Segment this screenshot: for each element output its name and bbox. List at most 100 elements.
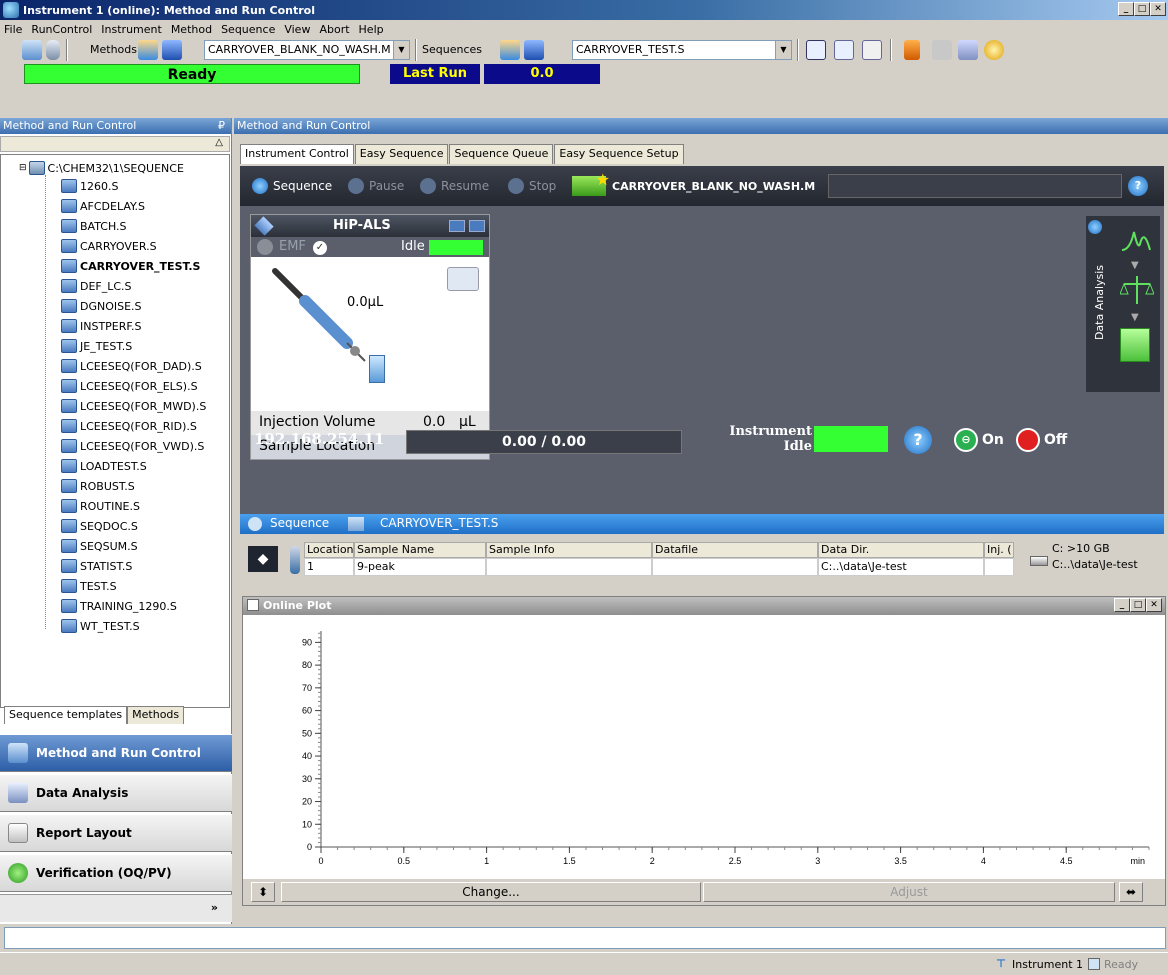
collapse-icon[interactable]: ⊟ bbox=[19, 163, 27, 173]
tree-item[interactable]: LCEESEQ(FOR_VWD).S bbox=[61, 437, 204, 455]
plot-maximize-button[interactable]: □ bbox=[1130, 598, 1146, 612]
save-sequence-icon[interactable] bbox=[524, 40, 544, 60]
nav-method-run-control[interactable]: Method and Run Control bbox=[0, 734, 232, 772]
tree-item[interactable]: STATIST.S bbox=[61, 557, 132, 575]
tree-item[interactable]: SEQSUM.S bbox=[61, 537, 138, 555]
sequence-select[interactable]: CARRYOVER_TEST.S ▼ bbox=[572, 40, 792, 60]
menu-sequence[interactable]: Sequence bbox=[221, 23, 275, 36]
table-view-icon[interactable] bbox=[862, 40, 882, 60]
load-sequence-icon[interactable] bbox=[500, 40, 520, 60]
hand-icon[interactable] bbox=[984, 40, 1004, 60]
on-icon[interactable]: ⊖ bbox=[954, 428, 978, 452]
minimize-button[interactable]: _ bbox=[1118, 2, 1134, 16]
help-icon[interactable]: ? bbox=[904, 426, 932, 454]
chevron-down-icon[interactable]: ▼ bbox=[775, 41, 791, 59]
off-button[interactable]: Off bbox=[1044, 432, 1067, 448]
tree-item[interactable]: LCEESEQ(FOR_DAD).S bbox=[61, 357, 202, 375]
tools-icon[interactable] bbox=[958, 40, 978, 60]
nav-report-layout[interactable]: Report Layout bbox=[0, 814, 232, 852]
tree-item[interactable]: LOADTEST.S bbox=[61, 457, 147, 475]
module-minimize-icon[interactable] bbox=[449, 220, 465, 232]
instrument-status-icon[interactable] bbox=[46, 40, 60, 60]
menu-view[interactable]: View bbox=[284, 23, 310, 36]
tree-item[interactable]: TEST.S bbox=[61, 577, 117, 595]
close-button[interactable]: ✕ bbox=[1150, 2, 1166, 16]
method-select[interactable]: CARRYOVER_BLANK_NO_WASH.M ▼ bbox=[204, 40, 410, 60]
pause-button[interactable]: Pause bbox=[348, 176, 404, 196]
cell-inj[interactable] bbox=[984, 558, 1014, 576]
tree-root[interactable]: ⊟ C:\CHEM32\1\SEQUENCE bbox=[19, 159, 184, 177]
cell-sample-info[interactable] bbox=[486, 558, 652, 576]
adjust-button[interactable]: Adjust bbox=[703, 882, 1115, 902]
menu-instrument[interactable]: Instrument bbox=[101, 23, 162, 36]
scroll-leftright-icon[interactable]: ⬌ bbox=[1119, 882, 1143, 902]
tab-sequence-templates[interactable]: Sequence templates bbox=[4, 706, 128, 724]
menu-help[interactable]: Help bbox=[359, 23, 384, 36]
tab-sequence-queue[interactable]: Sequence Queue bbox=[449, 144, 554, 164]
tab-easy-sequence-setup[interactable]: Easy Sequence Setup bbox=[554, 144, 684, 164]
tree-item[interactable]: CARRYOVER.S bbox=[61, 237, 157, 255]
tree-item[interactable]: LCEESEQ(FOR_MWD).S bbox=[61, 397, 206, 415]
tree-item[interactable]: JE_TEST.S bbox=[61, 337, 132, 355]
tree-item[interactable]: WT_TEST.S bbox=[61, 617, 140, 635]
tree-item[interactable]: DGNOISE.S bbox=[61, 297, 142, 315]
tree-item[interactable]: AFCDELAY.S bbox=[61, 197, 145, 215]
expand-icon[interactable] bbox=[1088, 220, 1102, 234]
stop-button[interactable]: Stop bbox=[508, 176, 556, 196]
col-inj[interactable]: Inj. ( bbox=[984, 542, 1014, 558]
navigate-icon[interactable]: ◆ bbox=[248, 546, 278, 572]
command-line[interactable] bbox=[4, 927, 1166, 949]
on-button[interactable]: On bbox=[982, 432, 1004, 448]
tree-item[interactable]: LCEESEQ(FOR_RID).S bbox=[61, 417, 197, 435]
plot-minimize-button[interactable]: _ bbox=[1114, 598, 1130, 612]
help-icon[interactable]: ? bbox=[1128, 176, 1148, 196]
tree-item[interactable]: 1260.S bbox=[61, 177, 118, 195]
menu-file[interactable]: File bbox=[4, 23, 22, 36]
tree-item[interactable]: ROBUST.S bbox=[61, 477, 135, 495]
cell-data-dir[interactable]: C:..\data\Je-test bbox=[818, 558, 984, 576]
resume-button[interactable]: Resume bbox=[420, 176, 489, 196]
print-icon[interactable] bbox=[932, 40, 952, 60]
report-icon[interactable] bbox=[1120, 328, 1150, 362]
col-data-dir[interactable]: Data Dir. bbox=[818, 542, 984, 558]
tree-item[interactable]: DEF_LC.S bbox=[61, 277, 132, 295]
book-icon[interactable] bbox=[904, 40, 920, 60]
menu-runcontrol[interactable]: RunControl bbox=[31, 23, 92, 36]
cell-location[interactable]: 1 bbox=[304, 558, 354, 576]
peak-icon[interactable] bbox=[1120, 224, 1154, 254]
tree-item[interactable]: TRAINING_1290.S bbox=[61, 597, 177, 615]
method-view-icon[interactable] bbox=[834, 40, 854, 60]
scroll-updown-icon[interactable]: ⬍ bbox=[251, 882, 275, 902]
collapse-icon[interactable] bbox=[248, 517, 262, 531]
col-location[interactable]: Location bbox=[304, 542, 354, 558]
online-plot-chart[interactable]: 0 10 20 30 40 50 60 70 80 90 0 0.5 1 1.5 2 2.5 3 3.5 4 4.5 m… bbox=[243, 617, 1165, 879]
module-restore-icon[interactable] bbox=[469, 220, 485, 232]
sequence-button[interactable]: Sequence bbox=[252, 176, 332, 196]
tab-instrument-control[interactable]: Instrument Control bbox=[240, 144, 354, 164]
plot-close-button[interactable]: ✕ bbox=[1146, 598, 1162, 612]
pin-icon[interactable]: ₽ bbox=[218, 118, 225, 134]
cell-datafile[interactable] bbox=[652, 558, 818, 576]
tree-item[interactable]: CARRYOVER_TEST.S bbox=[61, 257, 200, 275]
col-sample-info[interactable]: Sample Info bbox=[486, 542, 652, 558]
menu-abort[interactable]: Abort bbox=[319, 23, 349, 36]
tree-item[interactable]: BATCH.S bbox=[61, 217, 127, 235]
tree-item[interactable]: LCEESEQ(FOR_ELS).S bbox=[61, 377, 198, 395]
power-icon[interactable] bbox=[257, 239, 273, 255]
menu-method[interactable]: Method bbox=[171, 23, 212, 36]
nav-verification[interactable]: Verification (OQ/PV) bbox=[0, 854, 232, 892]
tray-icon[interactable] bbox=[447, 267, 479, 291]
scale-icon[interactable] bbox=[1120, 274, 1154, 308]
sort-icon[interactable]: △ bbox=[215, 137, 223, 148]
tree-item[interactable]: SEQDOC.S bbox=[61, 517, 138, 535]
run-view-icon[interactable] bbox=[806, 40, 826, 60]
col-datafile[interactable]: Datafile bbox=[652, 542, 818, 558]
tab-methods[interactable]: Methods bbox=[127, 706, 185, 724]
tree-item[interactable]: INSTPERF.S bbox=[61, 317, 141, 335]
nav-data-analysis[interactable]: Data Analysis bbox=[0, 774, 232, 812]
tree-item[interactable]: ROUTINE.S bbox=[61, 497, 140, 515]
col-sample-name[interactable]: Sample Name bbox=[354, 542, 486, 558]
chevron-down-icon[interactable]: ▼ bbox=[393, 41, 409, 59]
more-icon[interactable]: » bbox=[211, 901, 218, 914]
tab-easy-sequence[interactable]: Easy Sequence bbox=[354, 144, 449, 164]
